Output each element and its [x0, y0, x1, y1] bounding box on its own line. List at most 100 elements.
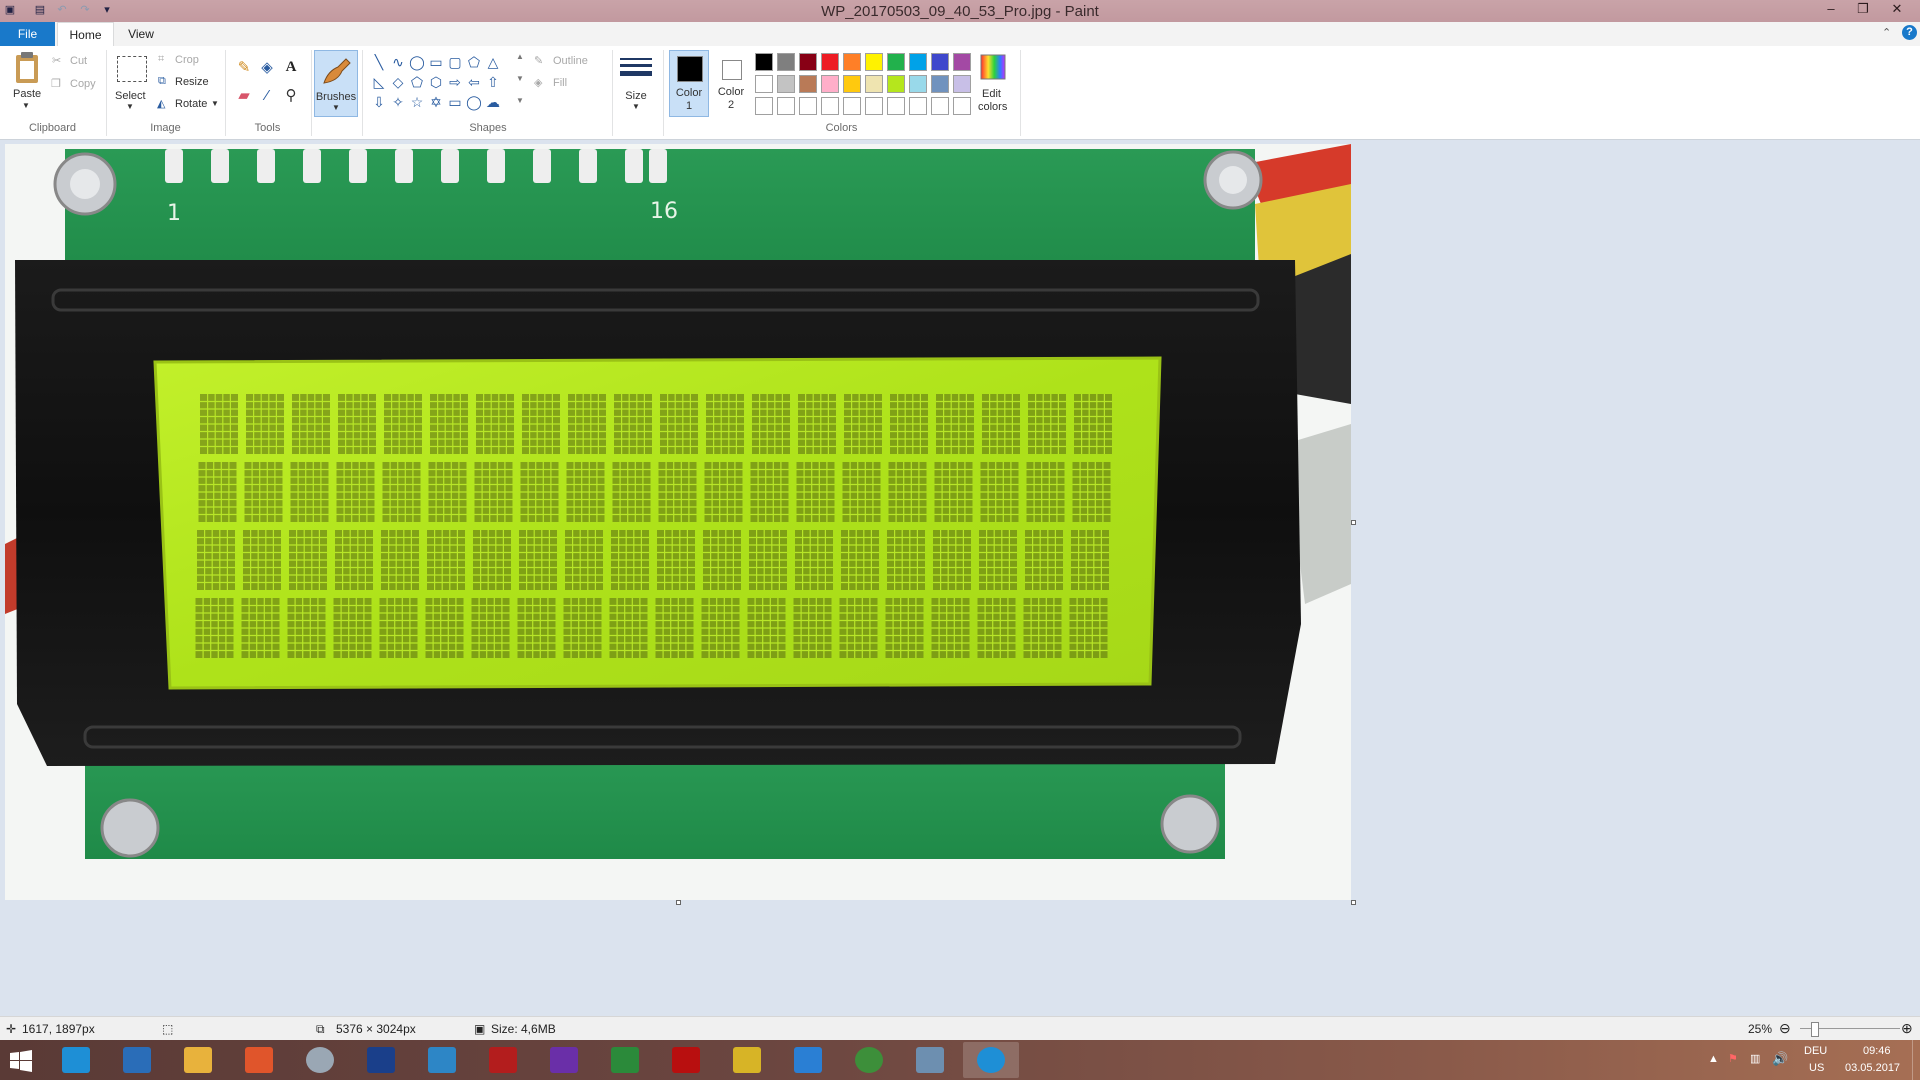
palette-swatch[interactable] [777, 75, 795, 93]
palette-swatch[interactable] [931, 53, 949, 71]
text-icon[interactable]: A [282, 59, 300, 77]
taskbar-adobe-app-button[interactable] [536, 1042, 592, 1078]
restore-button[interactable]: ❐ [1848, 0, 1878, 20]
rectangle-shape-icon[interactable]: ▭ [428, 54, 444, 70]
color-2-button[interactable]: Color 2 [712, 50, 752, 117]
taskbar-scanner-button[interactable] [353, 1042, 409, 1078]
palette-swatch[interactable] [821, 97, 839, 115]
tab-file[interactable]: File [0, 22, 55, 46]
rounded-rectangle-shape-icon[interactable]: ▢ [447, 54, 463, 70]
minimize-button[interactable]: – [1816, 0, 1846, 20]
color-palette[interactable] [755, 53, 975, 117]
palette-swatch[interactable] [887, 53, 905, 71]
taskbar-acrobat-reader-button[interactable] [719, 1042, 775, 1078]
input-language[interactable]: DEU [1804, 1045, 1827, 1057]
tab-home[interactable]: Home [57, 22, 114, 47]
select-icon[interactable] [117, 56, 147, 82]
palette-swatch[interactable] [799, 75, 817, 93]
palette-swatch[interactable] [821, 53, 839, 71]
rounded-callout-shape-icon[interactable]: ▭ [447, 94, 463, 110]
palette-swatch[interactable] [931, 97, 949, 115]
windows-start-button[interactable] [8, 1048, 34, 1074]
taskbar-server-manager-button[interactable] [48, 1042, 104, 1078]
rotate-dropdown-icon[interactable]: ▼ [211, 99, 219, 108]
pentagon-shape-icon[interactable]: ⬠ [409, 74, 425, 90]
four-point-star-shape-icon[interactable]: ✧ [390, 94, 406, 110]
palette-swatch[interactable] [953, 53, 971, 71]
minimize-ribbon-icon[interactable]: ⌃ [1882, 26, 1891, 39]
zoom-slider-thumb[interactable] [1811, 1022, 1819, 1037]
resize-handle-bottom[interactable] [676, 900, 681, 905]
size-button[interactable]: Size ▼ [617, 54, 655, 118]
volume-icon[interactable]: 🔊 [1772, 1051, 1788, 1067]
action-center-icon[interactable]: ⚑ [1728, 1052, 1738, 1065]
palette-swatch[interactable] [909, 75, 927, 93]
tab-view[interactable]: View [116, 22, 166, 46]
resize-handle-right[interactable] [1351, 520, 1356, 525]
magnifier-icon[interactable]: ⚲ [282, 88, 300, 106]
palette-swatch[interactable] [755, 53, 773, 71]
six-point-star-shape-icon[interactable]: ✡ [428, 94, 444, 110]
palette-swatch[interactable] [953, 97, 971, 115]
show-desktop-button[interactable] [1912, 1040, 1920, 1080]
line-shape-icon[interactable]: ╲ [371, 54, 387, 70]
palette-swatch[interactable] [843, 53, 861, 71]
palette-swatch[interactable] [843, 97, 861, 115]
color-1-button[interactable]: Color 1 [669, 50, 709, 117]
up-arrow-shape-icon[interactable]: ⇧ [485, 74, 501, 90]
cut-button[interactable]: Cut [70, 55, 87, 67]
eraser-icon[interactable]: ▰ [235, 88, 253, 106]
diamond-shape-icon[interactable]: ◇ [390, 74, 406, 90]
fill-bucket-icon[interactable]: ◈ [258, 60, 276, 78]
close-button[interactable]: ✕ [1882, 0, 1912, 20]
palette-swatch[interactable] [755, 97, 773, 115]
taskbar-paint-app-button[interactable] [963, 1042, 1019, 1078]
taskbar-firefox-button[interactable] [292, 1042, 348, 1078]
clock-date[interactable]: 03.05.2017 [1845, 1062, 1900, 1074]
zoom-out-button[interactable]: ⊖ [1779, 1020, 1791, 1037]
left-arrow-shape-icon[interactable]: ⇦ [466, 74, 482, 90]
color-picker-icon[interactable]: ⁄ [258, 88, 276, 106]
copy-button[interactable]: Copy [70, 78, 96, 90]
image-canvas[interactable]: 1 16 [5, 144, 1351, 900]
palette-swatch[interactable] [909, 53, 927, 71]
palette-swatch[interactable] [909, 97, 927, 115]
palette-swatch[interactable] [755, 75, 773, 93]
taskbar-teamviewer-button[interactable] [475, 1042, 531, 1078]
zoom-in-button[interactable]: ⊕ [1901, 1020, 1913, 1037]
clock-time[interactable]: 09:46 [1863, 1045, 1891, 1057]
shapes-more-icon[interactable]: ▼ [516, 96, 524, 105]
palette-swatch[interactable] [865, 75, 883, 93]
pencil-icon[interactable]: ✎ [235, 60, 253, 78]
keyboard-layout[interactable]: US [1809, 1062, 1824, 1074]
paste-dropdown-icon[interactable]: ▼ [22, 101, 30, 110]
palette-swatch[interactable] [821, 75, 839, 93]
right-arrow-shape-icon[interactable]: ⇨ [447, 74, 463, 90]
triangle-shape-icon[interactable]: △ [485, 54, 501, 70]
outline-button[interactable]: Outline [553, 55, 588, 67]
shapes-gallery[interactable]: ╲ ∿ ◯ ▭ ▢ ⬠ △ ◺ ◇ ⬠ ⬡ ⇨ ⇦ ⇧ ⇩ ✧ ☆ ✡ ▭ ◯ … [371, 54, 521, 114]
palette-swatch[interactable] [953, 75, 971, 93]
shapes-scroll-down-icon[interactable]: ▼ [516, 74, 524, 83]
oval-shape-icon[interactable]: ◯ [409, 54, 425, 70]
palette-swatch[interactable] [865, 97, 883, 115]
oval-callout-shape-icon[interactable]: ◯ [466, 94, 482, 110]
palette-swatch[interactable] [887, 75, 905, 93]
crop-button[interactable]: Crop [175, 54, 199, 66]
taskbar-powershell-button[interactable] [170, 1042, 226, 1078]
taskbar-text-app-button[interactable] [780, 1042, 836, 1078]
rotate-button[interactable]: Rotate [175, 98, 207, 110]
palette-swatch[interactable] [777, 53, 795, 71]
polygon-shape-icon[interactable]: ⬠ [466, 54, 482, 70]
curve-shape-icon[interactable]: ∿ [390, 54, 406, 70]
palette-swatch[interactable] [799, 97, 817, 115]
taskbar-folder-button[interactable] [231, 1042, 287, 1078]
edit-colors-button[interactable] [978, 52, 1008, 82]
paste-button[interactable] [12, 51, 42, 85]
brushes-button[interactable]: Brushes ▼ [314, 50, 358, 117]
shapes-scroll-up-icon[interactable]: ▲ [516, 52, 524, 61]
fill-button[interactable]: Fill [553, 77, 567, 89]
network-icon[interactable]: ▥ [1750, 1052, 1760, 1065]
resize-button[interactable]: Resize [175, 76, 209, 88]
down-arrow-shape-icon[interactable]: ⇩ [371, 94, 387, 110]
